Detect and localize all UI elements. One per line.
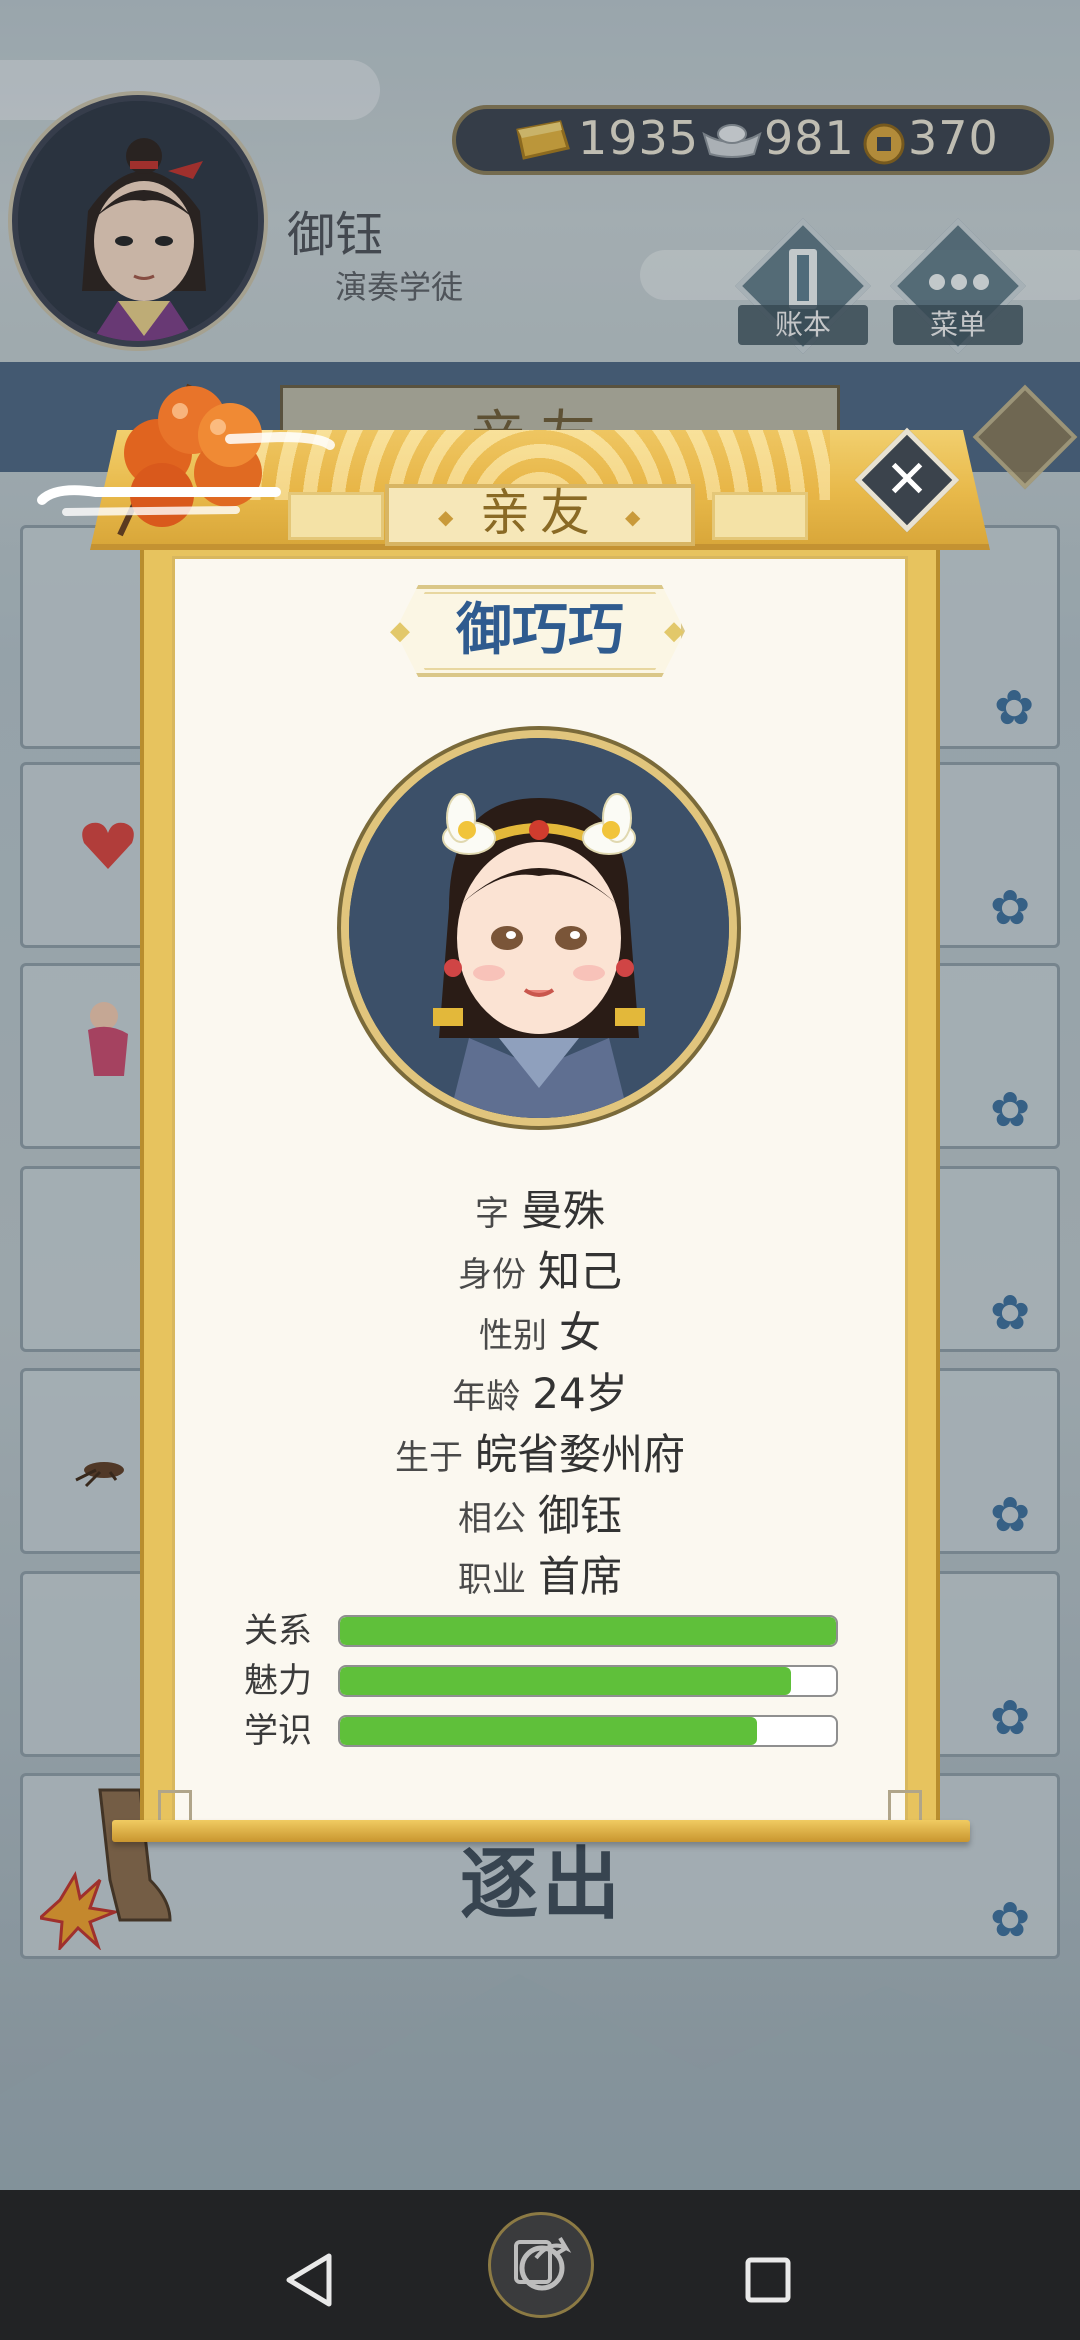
modal-tab-title: 亲友 [480, 484, 600, 542]
info-value: 御钰 [537, 1491, 622, 1540]
info-label: 性别 [478, 1316, 547, 1356]
info-label: 身份 [457, 1255, 526, 1295]
info-label: 相公 [457, 1499, 526, 1539]
knowledge-bar [338, 1715, 838, 1747]
relationship-bar [338, 1615, 838, 1647]
info-row-identity: 身份 知己 [172, 1244, 908, 1300]
info-row-occupation: 职业 首席 [172, 1549, 908, 1605]
corner-ornament [888, 1790, 922, 1824]
scroll-bottom-rod [112, 1820, 970, 1842]
info-value: 首席 [537, 1552, 622, 1601]
info-value: 曼殊 [520, 1186, 605, 1235]
info-label: 生于 [394, 1438, 463, 1478]
info-row-age: 年龄 24岁 [172, 1366, 908, 1422]
info-value: 知己 [537, 1247, 622, 1296]
info-label: 字 [474, 1194, 509, 1234]
stat-label-relationship: 关系 [244, 1611, 312, 1651]
tanghulu-icon [117, 383, 335, 537]
charm-bar-fill [340, 1667, 792, 1695]
cloud-swirl-icon [37, 485, 281, 516]
info-row-spouse: 相公 御钰 [172, 1488, 908, 1544]
stat-label-charm: 魅力 [244, 1661, 312, 1701]
info-label: 年龄 [452, 1377, 521, 1417]
info-row-courtesy-name: 字曼殊 [172, 1183, 908, 1239]
npc-portrait [341, 730, 737, 1126]
info-label: 职业 [457, 1560, 526, 1600]
info-value: 女 [558, 1308, 601, 1357]
relationship-bar-fill [340, 1617, 836, 1645]
stat-label-knowledge: 学识 [244, 1711, 312, 1751]
tab-side-ornament [712, 492, 808, 540]
knowledge-bar-fill [340, 1717, 757, 1745]
info-value: 皖省婺州府 [474, 1430, 685, 1479]
info-row-gender: 性别女 [172, 1305, 908, 1361]
info-row-birthplace: 生于 皖省婺州府 [172, 1427, 908, 1483]
charm-bar [338, 1665, 838, 1697]
info-value: 24岁 [532, 1369, 628, 1418]
back-icon[interactable] [285, 2252, 335, 2308]
close-icon: ✕ [885, 450, 929, 510]
home-share-icon [514, 2236, 572, 2291]
corner-ornament [158, 1790, 192, 1824]
recents-icon[interactable] [744, 2256, 792, 2304]
npc-name: 御巧巧 [456, 598, 624, 663]
